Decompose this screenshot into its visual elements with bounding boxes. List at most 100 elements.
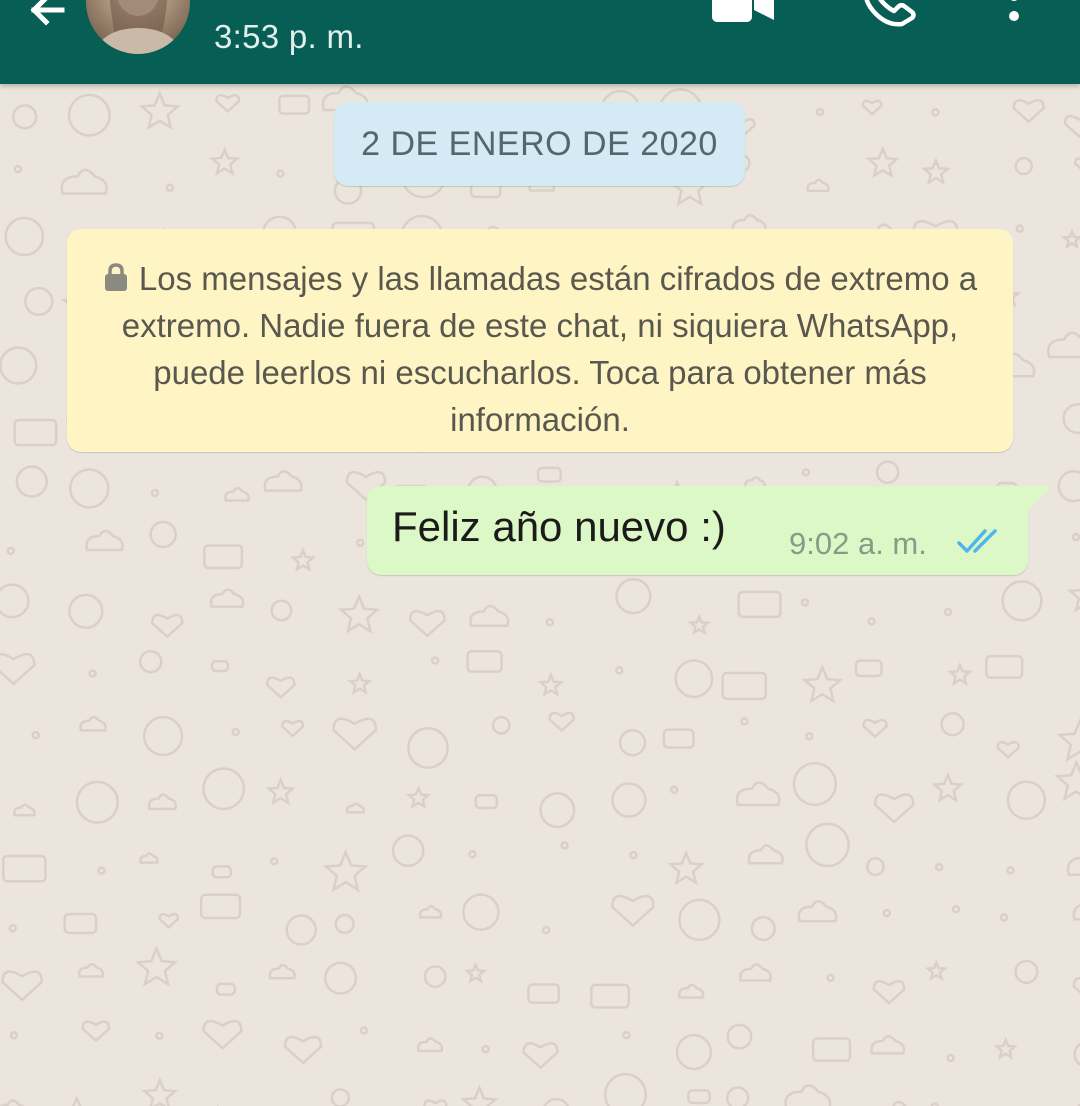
- wallpaper-doodle: [687, 613, 711, 636]
- encryption-notice[interactable]: Los mensajes y las llamadas están cifrad…: [67, 229, 1013, 452]
- wallpaper-doodle: [423, 965, 447, 989]
- wallpaper-doodle: [199, 893, 242, 920]
- wallpaper-doodle: [423, 1099, 448, 1106]
- arrow-back-icon[interactable]: [22, 0, 78, 38]
- wallpaper-doodle: [141, 1076, 179, 1106]
- wallpaper-doodle: [946, 1053, 955, 1063]
- wallpaper-doodle: [537, 671, 565, 697]
- wallpaper-doodle: [359, 1026, 369, 1035]
- last-seen-status: 3:53 p. m.: [214, 18, 364, 55]
- wallpaper-doodle: [1054, 759, 1080, 802]
- wallpaper-doodle: [999, 913, 1009, 922]
- wallpaper-doodle: [469, 604, 510, 628]
- wallpaper-doodle: [8, 924, 17, 933]
- wallpaper-doodle: [138, 90, 181, 131]
- wallpaper-doodle: [805, 822, 850, 868]
- wallpaper-doodle: [67, 93, 111, 137]
- wallpaper-doodle: [865, 857, 885, 877]
- wallpaper-doodle: [215, 93, 241, 114]
- encryption-notice-text: Los mensajes y las llamadas están cifrad…: [121, 260, 978, 438]
- wallpaper-doodle: [69, 468, 110, 509]
- wallpaper-doodle: [784, 1084, 832, 1106]
- wallpaper-doodle: [269, 857, 279, 866]
- wallpaper-doodle: [1057, 470, 1080, 503]
- wallpaper-doodle: [687, 1089, 711, 1105]
- wallpaper-doodle: [345, 802, 366, 814]
- wallpaper-doodle: [1071, 532, 1080, 542]
- wallpaper-doodle: [418, 904, 443, 919]
- app-bar: 3:53 p. m.: [0, 0, 1080, 84]
- wallpaper-doodle: [139, 649, 163, 674]
- wallpaper-doodle: [875, 460, 900, 485]
- wallpaper-doodle: [667, 849, 705, 886]
- wallpaper-doodle: [158, 912, 180, 929]
- wallpaper-doodle: [947, 661, 973, 686]
- wallpaper-doodle: [541, 925, 551, 935]
- wallpaper-doodle: [468, 849, 477, 859]
- wallpaper-doodle: [862, 718, 888, 739]
- wallpaper-doodle: [1073, 1042, 1080, 1067]
- wallpaper-doodle: [79, 715, 107, 732]
- wallpaper-doodle: [147, 793, 178, 811]
- wallpaper-doodle: [408, 609, 446, 638]
- wallpaper-doodle: [940, 712, 965, 737]
- wallpaper-doodle: [806, 178, 830, 193]
- wallpaper-doodle: [97, 866, 106, 875]
- wallpaper-doodle: [1066, 856, 1080, 876]
- wallpaper-doodle: [1072, 904, 1080, 921]
- wallpaper-doodle: [539, 792, 576, 829]
- wallpaper-doodle: [815, 107, 825, 117]
- wallpaper-doodle: [811, 1037, 852, 1062]
- wallpaper-doodle: [882, 908, 892, 918]
- wallpaper-doodle: [800, 598, 810, 607]
- wallpaper-doodle: [826, 973, 835, 983]
- wallpaper-doodle: [861, 99, 883, 116]
- wallpaper-doodle: [560, 841, 569, 850]
- wallpaper-doodle: [215, 982, 237, 996]
- wallpaper-doodle: [270, 599, 293, 622]
- wallpaper-doodle: [85, 529, 124, 552]
- wallpaper-doodle: [726, 1023, 753, 1050]
- wallpaper-doodle: [278, 94, 311, 115]
- wallpaper-doodle: [522, 1042, 559, 1070]
- wallpaper-doodle: [134, 945, 179, 987]
- wallpaper-doodle: [0, 346, 38, 385]
- phone-icon[interactable]: [860, 0, 920, 28]
- wallpaper-doodle: [332, 717, 378, 751]
- wallpaper-doodle: [801, 664, 844, 704]
- wallpaper-doodle: [165, 183, 175, 193]
- wallpaper-doodle: [618, 728, 647, 757]
- wallpaper-doodle: [622, 1030, 631, 1040]
- wallpaper-doodle: [334, 913, 355, 935]
- wallpaper-doodle: [150, 613, 184, 639]
- wallpaper-doodle: [1, 854, 47, 883]
- wallpaper-doodle: [750, 915, 776, 942]
- more-vert-icon[interactable]: [1004, 0, 1024, 26]
- wallpaper-doodle: [931, 771, 965, 803]
- wallpaper-doodle: [0, 583, 30, 619]
- wallpaper-doodle: [1047, 331, 1080, 359]
- wallpaper-doodle: [873, 793, 915, 824]
- wallpaper-doodle: [209, 146, 241, 176]
- wallpaper-doodle: [405, 784, 432, 810]
- wallpaper-doodle: [281, 719, 305, 738]
- wallpaper-doodle: [931, 108, 940, 117]
- wallpaper-doodle: [155, 1031, 164, 1040]
- wallpaper-doodle: [721, 671, 768, 701]
- wallpaper-doodle: [0, 652, 36, 686]
- wallpaper-doodle: [6, 546, 16, 556]
- wallpaper-doodle: [4, 216, 45, 257]
- wallpaper-doodle: [615, 666, 624, 675]
- videocam-icon[interactable]: [712, 0, 776, 22]
- wallpaper-doodle: [75, 780, 119, 824]
- wallpaper-doodle: [324, 961, 358, 995]
- wallpaper-doodle: [24, 286, 54, 317]
- wallpaper-doodle: [474, 794, 499, 810]
- wallpaper-doodle: [263, 469, 303, 492]
- wallpaper-doodle: [491, 715, 511, 735]
- wallpaper-doodle: [13, 803, 36, 817]
- wallpaper-doodle: [629, 850, 638, 860]
- wallpaper-doodle: [951, 905, 961, 914]
- wallpaper-doodle: [15, 465, 48, 498]
- avatar[interactable]: [86, 0, 190, 54]
